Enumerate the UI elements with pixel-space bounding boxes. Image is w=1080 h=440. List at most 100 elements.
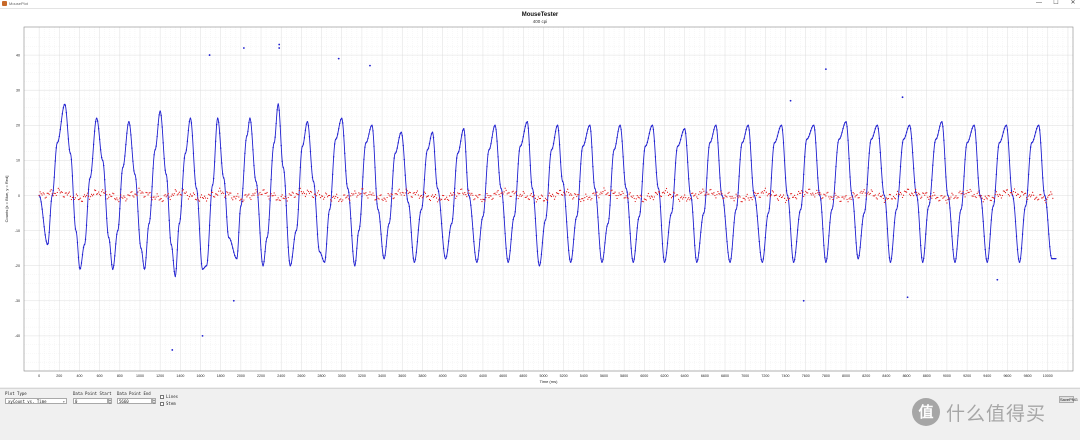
series-y-point bbox=[485, 196, 487, 199]
series-y-point bbox=[1006, 189, 1009, 191]
series-x-point bbox=[653, 140, 656, 142]
plot-type-select[interactable]: xyCount vs. Time ▾ bbox=[5, 398, 67, 404]
series-x-point bbox=[175, 267, 178, 270]
series-y-point bbox=[835, 194, 837, 196]
lines-checkbox[interactable] bbox=[160, 395, 164, 399]
series-x-point bbox=[793, 258, 796, 261]
series-x-point bbox=[124, 155, 126, 157]
series-x-point bbox=[768, 207, 771, 210]
series-y-point bbox=[856, 194, 858, 196]
series-x-point bbox=[843, 124, 845, 126]
series-y-point bbox=[870, 189, 872, 191]
series-x-point bbox=[141, 251, 143, 253]
series-x-point bbox=[94, 120, 97, 123]
series-x-point bbox=[788, 211, 791, 213]
series-y-point bbox=[573, 197, 575, 199]
series-y-point bbox=[354, 190, 356, 192]
series-x-point bbox=[90, 169, 93, 172]
series-y-point bbox=[285, 198, 287, 200]
x-tick-label: 3400 bbox=[378, 374, 386, 378]
series-y-point bbox=[42, 192, 44, 194]
y-tick-label: -30 bbox=[15, 299, 20, 303]
series-x-point bbox=[380, 233, 382, 235]
series-y-point bbox=[576, 195, 578, 198]
series-x-point bbox=[832, 205, 834, 207]
series-x-point bbox=[718, 159, 720, 162]
series-x-point bbox=[827, 248, 829, 250]
series-y-point bbox=[627, 197, 629, 199]
series-x-point bbox=[725, 228, 727, 230]
series-x-point bbox=[401, 135, 403, 137]
series-x-point bbox=[518, 150, 520, 152]
series-x-point bbox=[551, 147, 554, 149]
series-y-point bbox=[191, 195, 194, 197]
series-y-point bbox=[177, 193, 179, 195]
series-x-point bbox=[662, 256, 665, 258]
series-x-point bbox=[506, 257, 508, 260]
series-y-point bbox=[420, 194, 423, 197]
series-x-point bbox=[326, 227, 329, 229]
series-y-point bbox=[170, 195, 172, 197]
series-x-point bbox=[318, 250, 321, 253]
series-x-point bbox=[387, 226, 389, 228]
series-y-point bbox=[214, 196, 216, 198]
series-y-point bbox=[631, 196, 633, 199]
series-x-point bbox=[582, 145, 584, 148]
stem-checkbox[interactable] bbox=[160, 402, 164, 406]
series-x-point bbox=[87, 188, 90, 191]
series-y-point bbox=[491, 198, 493, 201]
series-x-point bbox=[1035, 127, 1038, 130]
series-y-point bbox=[154, 198, 156, 200]
series-y-point bbox=[706, 191, 708, 193]
chart-subtitle: 400 cpi bbox=[533, 19, 548, 24]
series-x-point bbox=[433, 151, 436, 153]
series-x-point bbox=[603, 251, 605, 254]
series-y-point bbox=[799, 192, 801, 194]
series-y-point bbox=[912, 193, 914, 195]
series-y-point bbox=[271, 195, 273, 197]
series-y-point bbox=[895, 193, 898, 195]
series-y-point bbox=[934, 194, 936, 196]
series-x-point bbox=[587, 128, 589, 130]
series-y-point bbox=[336, 193, 338, 195]
series-x-point bbox=[697, 259, 699, 261]
close-button[interactable]: ✕ bbox=[1069, 0, 1077, 7]
series-x-point bbox=[234, 254, 236, 257]
series-y-point bbox=[662, 191, 665, 193]
series-y-point bbox=[763, 190, 765, 192]
data-point-start-input[interactable]: 0 bbox=[73, 398, 108, 404]
series-x-point bbox=[220, 162, 223, 164]
series-x-point bbox=[778, 127, 781, 130]
series-x-point bbox=[1014, 220, 1017, 223]
maximize-button[interactable]: ☐ bbox=[1052, 0, 1060, 7]
series-x-point bbox=[938, 129, 940, 132]
series-x-point bbox=[222, 173, 224, 175]
start-spinner[interactable]: ▴ ▾ bbox=[108, 398, 112, 405]
series-y-point bbox=[380, 194, 382, 196]
series-x-point bbox=[202, 267, 205, 270]
series-y-point bbox=[885, 197, 887, 199]
series-y-point bbox=[590, 199, 592, 201]
end-spinner[interactable]: ▴ ▾ bbox=[152, 398, 156, 405]
series-y-point bbox=[1044, 199, 1046, 202]
series-x-point bbox=[640, 198, 642, 200]
series-y-point bbox=[838, 196, 840, 198]
series-x-point bbox=[259, 232, 261, 234]
series-x-point bbox=[785, 190, 788, 192]
series-y-point bbox=[430, 195, 433, 197]
series-y-point bbox=[652, 199, 655, 201]
series-x-point bbox=[127, 124, 129, 126]
series-y-point bbox=[790, 193, 793, 195]
series-y-point bbox=[666, 191, 669, 193]
minimize-button[interactable]: — bbox=[1035, 0, 1043, 7]
series-y-point bbox=[670, 197, 673, 199]
series-x-point bbox=[198, 228, 201, 230]
series-y-point bbox=[786, 197, 789, 199]
series-y-point bbox=[404, 192, 406, 194]
series-x-point bbox=[663, 261, 666, 263]
data-point-end-input[interactable]: 5660 bbox=[117, 398, 152, 404]
series-x-point bbox=[710, 140, 712, 143]
series-x-point bbox=[278, 109, 280, 111]
series-x-point bbox=[407, 201, 409, 204]
series-y-point bbox=[149, 191, 151, 194]
